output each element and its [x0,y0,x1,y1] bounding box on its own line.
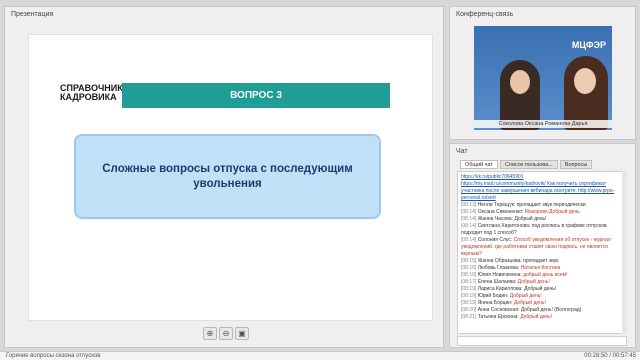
chat-message-time: [08:13] [461,202,478,208]
brand-line-2: КАДРОВИКА [60,92,117,102]
chat-message-author: Солония Слус: [477,237,514,243]
conference-panel: Конференц-связь МЦФЭР Соколова Оксана Ро… [449,6,636,140]
chat-message-author: Светлана Харитонова: [477,223,532,229]
chat-message-text: Добрый день! [509,293,542,299]
chat-message-text: добрый день всем! [523,272,568,278]
chat-message: [08:14] Оксана Симоненко: Макорова Добры… [461,209,623,216]
brand-logo: СПРАВОЧНИК КАДРОВИКА [60,84,123,102]
chat-message-time: [08:19] [461,300,478,306]
zoom-out-icon[interactable]: ⊖ [219,327,233,340]
chat-message: [08:14] Светлана Харитонова: под роспись… [461,223,623,237]
chat-title: Чат [456,148,468,155]
chat-message-time: [08:20] [461,307,478,313]
chat-message-time: [08:14] [461,237,478,243]
chat-message: [08:20] Анна Сосновская: Добрый день! (В… [461,307,623,314]
presentation-title: Презентация [11,11,54,18]
chat-messages: https://vk.ru/public70645901 https://my.m… [457,171,627,334]
chat-message-text: Макорова Добрый день [524,209,580,215]
chat-message-time: [08:14] [461,209,478,215]
speaker-2-face [574,68,596,94]
chat-message-link[interactable]: https://my.mail.ru/community/kadrovik/ К… [461,181,614,201]
presentation-panel: Презентация СПРАВОЧНИК КАДРОВИКА ВОПРОС … [4,6,444,348]
chat-message-time: [08:19] [461,286,478,292]
tab-questions[interactable]: Вопросы [559,160,593,169]
chat-message-text: пропадает звук переодически [516,202,586,208]
playback-time: 00:28:50 / 00:57:45 [584,353,636,359]
chat-message-time: [08:19] [461,293,478,299]
chat-message-text: Добрый день! [524,286,557,292]
chat-message: [08:21] Татьяна Ерохина: Добрый день! [461,314,623,321]
chat-message-text: Добрый день! [520,314,553,320]
tab-general-chat[interactable]: Общий чат [460,160,498,169]
chat-tabs: Общий чат Список пользова... Вопросы [460,160,593,169]
chat-message-text: пропадает звук [523,258,559,264]
save-icon[interactable]: ▣ [235,327,249,340]
chat-message-text: Добрый день! [513,300,546,306]
chat-message-time: [08:16] [461,265,478,271]
question-box: Сложные вопросы отпуска с последующим ув… [74,134,381,219]
zoom-in-icon[interactable]: ⊕ [203,327,217,340]
speaker-1-face [510,70,530,94]
video-feed[interactable]: МЦФЭР Соколова Оксана Романова Дарья [474,26,612,130]
webinar-title: Горячие вопросы сезона отпусков [6,353,101,359]
chat-message: [08:16] Юлия Новичихина: добрый день все… [461,272,623,279]
chat-message-text: Наталья Костина [520,265,561,271]
chat-message-time: [08:15] [461,258,478,264]
chat-message-time: [08:21] [461,314,478,320]
chat-message: [08:17] Елена Шалаева: Добрый день! [461,279,623,286]
chat-message: https://vk.ru/public70645901 [461,174,623,181]
status-bar: Горячие вопросы сезона отпусков 00:28:50… [0,351,640,360]
chat-message: [08:16] Любовь Глазкова: Наталья Костина [461,265,623,272]
chat-message-author: Юлия Новичихина: [477,272,524,278]
chat-message-author: Лариса Кириллова: [477,286,525,292]
chat-message-author: Анна Сосновская: [477,307,521,313]
chat-message-link[interactable]: https://vk.ru/public70645901 [461,174,524,180]
chat-message: [08:14] Солония Слус: Способ уведомления… [461,237,623,258]
chat-message: [08:19] Лариса Кириллова: Добрый день! [461,286,623,293]
chat-message-author: Жанна Образцова: [477,258,524,264]
slide-toolbar: ⊕ ⊖ ▣ [203,327,249,340]
chat-message-author: Нелли Терещук: [477,202,517,208]
chat-message-time: [08:17] [461,279,478,285]
chat-message: [08:19] Юрий Бодин: Добрый день! [461,293,623,300]
chat-message: [08:19] Янина Борцин: Добрый день! [461,300,623,307]
chat-message-author: Татьяна Ерохина: [477,314,521,320]
conference-title: Конференц-связь [456,11,514,18]
video-caption: Соколова Оксана Романова Дарья [474,120,612,128]
chat-scrollbar[interactable] [622,171,627,334]
slide: СПРАВОЧНИК КАДРОВИКА ВОПРОС 3 Сложные во… [28,34,433,321]
chat-message-time: [08:14] [461,223,478,229]
chat-message-text: Добрый день! [517,279,550,285]
chat-message-time: [08:14] [461,216,478,222]
video-logo: МЦФЭР [571,40,606,50]
chat-message: [08:15] Жанна Образцова: пропадает звук [461,258,623,265]
chat-message: [08:13] Нелли Терещук: пропадает звук пе… [461,202,623,209]
tab-user-list[interactable]: Список пользова... [499,160,558,169]
chat-panel: Чат Общий чат Список пользова... Вопросы… [449,143,636,348]
chat-message-author: Любовь Глазкова: [477,265,521,271]
chat-message-time: [08:16] [461,272,478,278]
chat-message-author: Елена Шалаева: [477,279,518,285]
chat-message: [08:14] Жанна Часова: Добрый день! [461,216,623,223]
chat-message-text: Добрый день! (Волгоград) [520,307,582,313]
chat-message-text: Добрый день! [514,216,547,222]
chat-message-author: Юрий Бодин: [477,293,510,299]
question-text: Сложные вопросы отпуска с последующим ув… [102,162,353,190]
chat-message-author: Жанна Часова: [477,216,515,222]
question-label: ВОПРОС 3 [122,83,390,108]
chat-message-author: Оксана Симоненко: [477,209,525,215]
chat-message: https://my.mail.ru/community/kadrovik/ К… [461,181,623,202]
chat-message-author: Янина Борцин: [477,300,514,306]
chat-input[interactable] [457,336,627,346]
